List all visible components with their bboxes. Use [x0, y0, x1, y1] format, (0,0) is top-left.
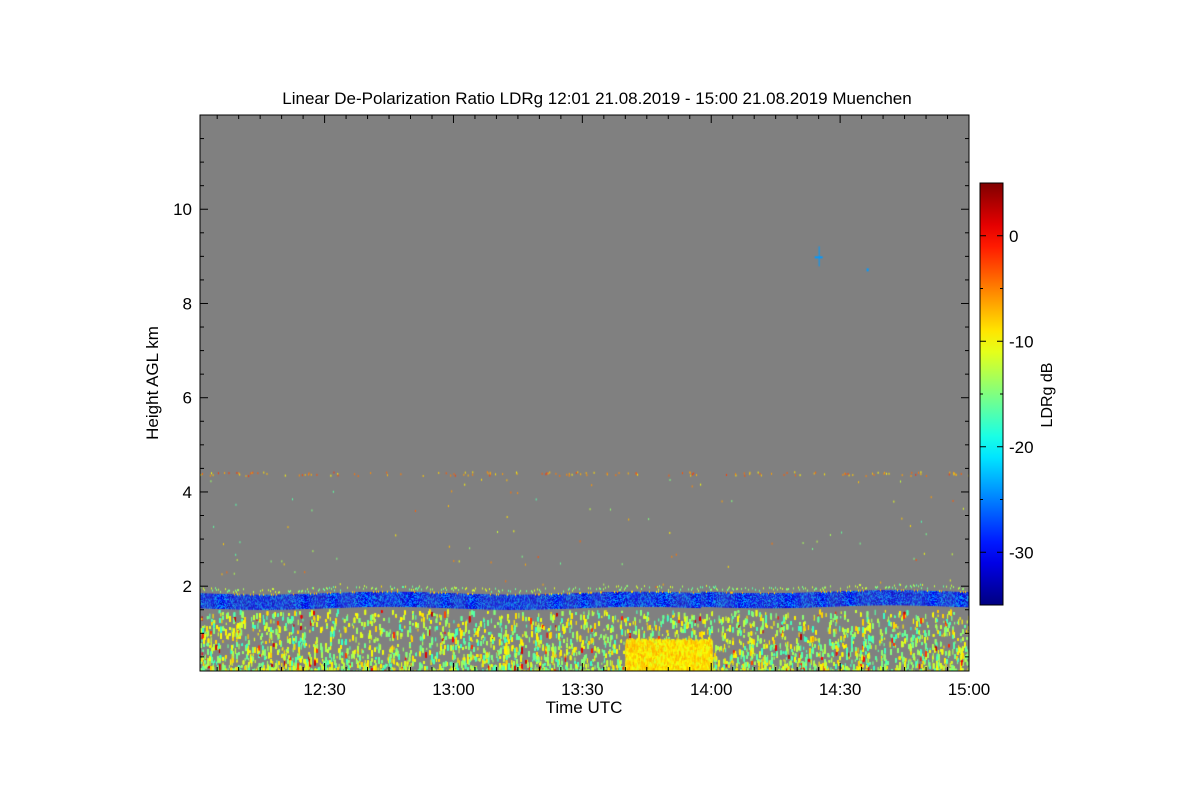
colorbar-label: LDRg dB [1039, 363, 1056, 428]
y-tick-label: 2 [183, 577, 192, 596]
colorbar-gradient [979, 182, 1004, 606]
colorbar-tick-label: -20 [1009, 438, 1034, 457]
colorbar-tick-label: -10 [1009, 332, 1034, 351]
colorbar-tick-label: -30 [1009, 543, 1034, 562]
x-tick-label: 12:30 [303, 680, 346, 699]
x-tick-label: 14:00 [690, 680, 733, 699]
x-axis-label: Time UTC [546, 698, 623, 717]
y-tick-label: 10 [173, 200, 192, 219]
colorbar: 0 -10 -20 -30 [979, 182, 1034, 606]
y-tick-label: 6 [183, 389, 192, 408]
y-tick-label: 8 [183, 294, 192, 313]
x-tick-label: 13:00 [432, 680, 475, 699]
chart-title: Linear De-Polarization Ratio LDRg 12:01 … [282, 89, 911, 108]
colorbar-tick-label: 0 [1009, 227, 1018, 246]
plot-area [199, 114, 970, 672]
y-tick-label: 4 [183, 483, 192, 502]
x-tick-label: 13:30 [561, 680, 604, 699]
y-axis-label: Height AGL km [143, 326, 162, 440]
ldr-chart: Linear De-Polarization Ratio LDRg 12:01 … [143, 89, 1056, 717]
ldr-field [200, 115, 969, 671]
x-tick-label: 15:00 [948, 680, 991, 699]
x-tick-label: 14:30 [819, 680, 862, 699]
